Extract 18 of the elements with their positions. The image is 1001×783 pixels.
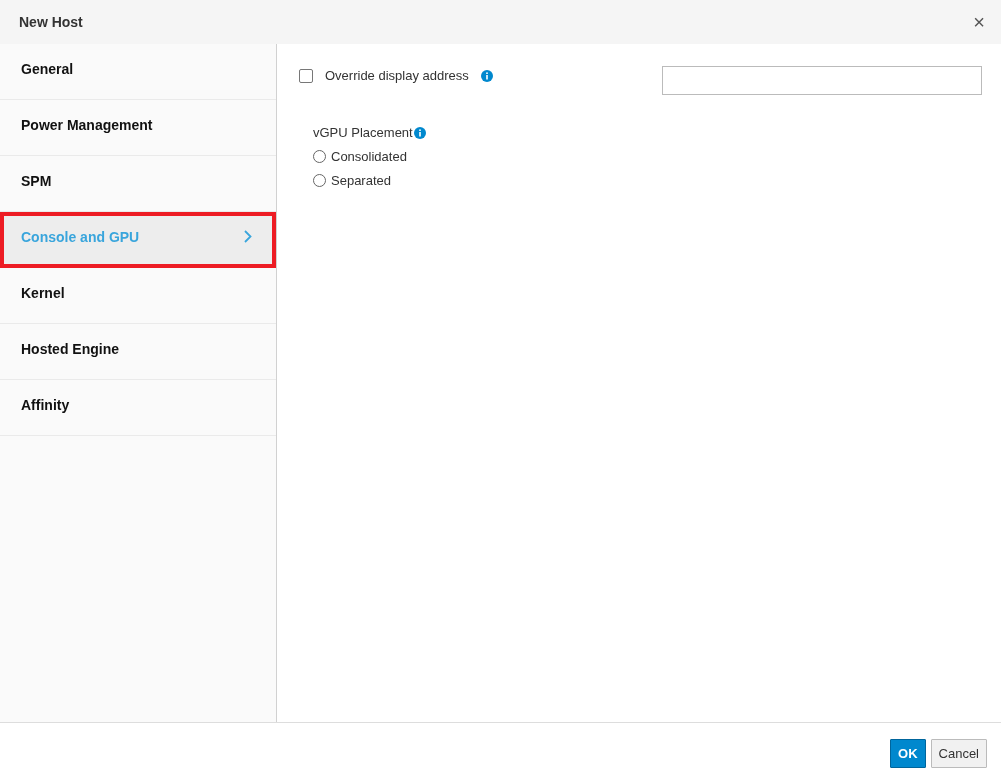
- cancel-button[interactable]: Cancel: [930, 738, 987, 768]
- radio-label: Separated: [331, 173, 391, 188]
- checkbox[interactable]: [299, 68, 313, 83]
- checkbox-label: Override display address: [325, 68, 469, 83]
- sidebar-item[interactable]: Affinity: [0, 380, 276, 436]
- chevron-right-icon: [244, 230, 252, 243]
- sidebar-item[interactable]: General: [0, 44, 276, 100]
- close-button[interactable]: ×: [973, 10, 985, 34]
- display-address-field[interactable]: [662, 66, 982, 95]
- radio-label: Consolidated: [331, 149, 407, 164]
- sidebar-item[interactable]: Power Management: [0, 100, 276, 156]
- info-icon[interactable]: [480, 69, 493, 82]
- sidebar-item[interactable]: Kernel: [0, 268, 276, 324]
- sidebar-item[interactable]: Hosted Engine: [0, 324, 276, 380]
- section-label: vGPU Placement: [313, 125, 413, 140]
- ok-button[interactable]: OK: [890, 738, 926, 768]
- window-title: New Host: [19, 14, 83, 30]
- info-icon[interactable]: [413, 126, 426, 139]
